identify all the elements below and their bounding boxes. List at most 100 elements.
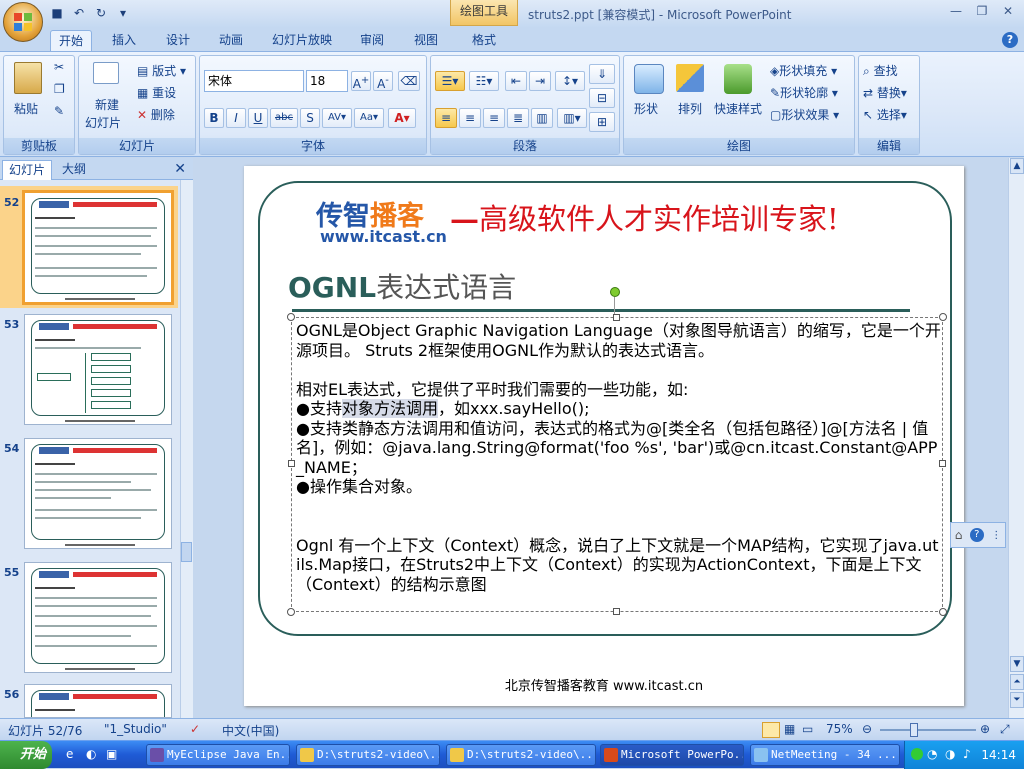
help-circle-icon[interactable]: ? (969, 528, 984, 542)
tab-design[interactable]: 设计 (158, 30, 198, 52)
zoom-slider-thumb[interactable] (910, 723, 918, 737)
resize-handle[interactable] (939, 608, 947, 616)
align-right-icon[interactable]: ≡ (483, 108, 505, 128)
taskbar-item-active[interactable]: Microsoft PowerPo... (600, 744, 744, 766)
tab-insert[interactable]: 插入 (104, 30, 144, 52)
new-slide-label-2[interactable]: 幻灯片 (85, 114, 121, 131)
decrease-indent-icon[interactable]: ⇤ (505, 71, 527, 91)
paste-icon[interactable] (14, 62, 42, 94)
new-slide-icon[interactable] (93, 62, 119, 84)
shadow-icon[interactable]: S (300, 108, 320, 128)
volume-icon[interactable]: ♪ (963, 747, 971, 761)
increase-indent-icon[interactable]: ⇥ (529, 71, 551, 91)
arrange-icon[interactable] (676, 64, 704, 92)
align-center-icon[interactable]: ≡ (459, 108, 481, 128)
change-case-icon[interactable]: Aa▾ (354, 108, 384, 128)
editor-scrollbar[interactable]: ▲ ▼ ⏶ ⏷ (1008, 158, 1024, 718)
save-icon[interactable]: ■ (48, 4, 66, 22)
status-icon[interactable] (911, 748, 923, 760)
shrink-font-icon[interactable]: A- (373, 71, 393, 91)
slide-thumbnail[interactable] (24, 438, 172, 549)
close-pane-icon[interactable]: ✕ (174, 161, 186, 177)
resize-handle[interactable] (939, 313, 947, 321)
align-left-icon[interactable]: ≡ (435, 108, 457, 128)
quicklaunch-icon[interactable]: ◐ (86, 747, 96, 761)
cut-icon[interactable]: ✂ (54, 60, 64, 74)
clear-format-icon[interactable]: ⌫ (398, 71, 420, 91)
shape-effects-button[interactable]: ▢形状效果 ▾ (770, 106, 839, 123)
zoom-slider[interactable] (880, 729, 976, 731)
numbering-icon[interactable]: ☷▾ (469, 71, 499, 91)
slide-thumbnail[interactable] (24, 684, 172, 718)
slide-thumbnail[interactable] (24, 314, 172, 425)
underline-icon[interactable]: U (248, 108, 268, 128)
zoom-in-icon[interactable]: ⊕ (980, 722, 990, 736)
taskbar-item[interactable]: D:\struts2-video\... (446, 744, 596, 766)
zoom-level[interactable]: 75% (826, 722, 853, 736)
fit-window-icon[interactable]: ⤢ (1000, 722, 1010, 737)
tab-review[interactable]: 审阅 (352, 30, 392, 52)
columns-icon[interactable]: ▥▾ (557, 108, 587, 128)
bold-icon[interactable]: B (204, 108, 224, 128)
char-spacing-icon[interactable]: AV▾ (322, 108, 352, 128)
redo-icon[interactable]: ↻ (92, 4, 110, 22)
quicklaunch-icon[interactable]: ▣ (106, 747, 117, 761)
previous-slide-icon[interactable]: ⏶ (1010, 674, 1024, 690)
more-options-icon[interactable]: ⋮ (991, 530, 1001, 541)
distribute-icon[interactable]: ▥ (531, 108, 553, 128)
slide-thumbnail[interactable] (22, 190, 174, 305)
format-painter-icon[interactable]: ✎ (54, 104, 64, 118)
resize-handle[interactable] (613, 314, 620, 321)
brush-icon[interactable]: ⌂ (955, 528, 963, 542)
shape-outline-button[interactable]: ✎形状轮廓 ▾ (770, 84, 838, 101)
tab-animation[interactable]: 动画 (211, 30, 251, 52)
restore-button[interactable]: ❐ (970, 2, 994, 20)
taskbar-item[interactable]: MyEclipse Java En... (146, 744, 290, 766)
taskbar-item[interactable]: D:\struts2-video\... (296, 744, 440, 766)
slide-canvas[interactable]: 传智播客 www.itcast.cn —高级软件人才实作培训专家! OGNL表达… (244, 166, 964, 706)
tab-home[interactable]: 开始 (50, 30, 93, 52)
justify-icon[interactable]: ≣ (507, 108, 529, 128)
start-button[interactable]: 开始 (0, 741, 52, 769)
new-slide-label[interactable]: 新建 (95, 96, 119, 113)
close-button[interactable]: ✕ (996, 2, 1020, 20)
resize-handle[interactable] (613, 608, 620, 615)
pane-scrollbar[interactable] (180, 180, 193, 718)
tab-format[interactable]: 格式 (464, 30, 504, 52)
quick-styles-button[interactable]: 快速样式 (714, 100, 762, 117)
layout-button[interactable]: ▤ 版式 ▾ (137, 62, 186, 79)
paste-button[interactable]: 粘贴 (14, 100, 38, 117)
minimize-button[interactable]: — (944, 2, 968, 20)
tab-slideshow[interactable]: 幻灯片放映 (264, 30, 340, 52)
scroll-up-icon[interactable]: ▲ (1010, 158, 1024, 174)
next-slide-icon[interactable]: ⏷ (1010, 692, 1024, 708)
customize-qat-icon[interactable]: ▾ (114, 4, 132, 22)
copy-icon[interactable]: ❐ (54, 82, 65, 96)
tray-icon[interactable]: ◑ (945, 747, 955, 761)
resize-handle[interactable] (288, 460, 295, 467)
replace-button[interactable]: ⇄ 替换▾ (863, 84, 907, 101)
language-indicator[interactable]: 中文(中国) (222, 722, 279, 739)
text-direction-icon[interactable]: ⇓ (589, 64, 615, 84)
italic-icon[interactable]: I (226, 108, 246, 128)
tab-slides[interactable]: 幻灯片 (2, 160, 53, 180)
spellcheck-icon[interactable]: ✓ (190, 722, 200, 736)
tab-view[interactable]: 视图 (406, 30, 446, 52)
tab-outline[interactable]: 大纲 (56, 160, 92, 180)
normal-view-icon[interactable] (762, 722, 780, 738)
pane-scrollbar-thumb[interactable] (181, 542, 192, 562)
ie-icon[interactable]: e (66, 747, 73, 761)
slide-thumbnail[interactable] (24, 562, 172, 673)
bullets-icon[interactable]: ☰▾ (435, 71, 465, 91)
undo-icon[interactable]: ↶ (70, 4, 88, 22)
select-button[interactable]: ↖ 选择▾ (863, 106, 907, 123)
zoom-out-icon[interactable]: ⊖ (862, 722, 872, 736)
shape-fill-button[interactable]: ◈形状填充 ▾ (770, 62, 837, 79)
reset-button[interactable]: ▦ 重设 (137, 84, 176, 101)
shapes-button[interactable]: 形状 (634, 100, 658, 117)
font-name-combo[interactable]: 宋体 (204, 70, 304, 92)
scroll-down-icon[interactable]: ▼ (1010, 656, 1024, 672)
font-color-icon[interactable]: A▾ (388, 108, 416, 128)
font-size-combo[interactable]: 18 (306, 70, 348, 92)
rotate-handle[interactable] (610, 287, 620, 297)
